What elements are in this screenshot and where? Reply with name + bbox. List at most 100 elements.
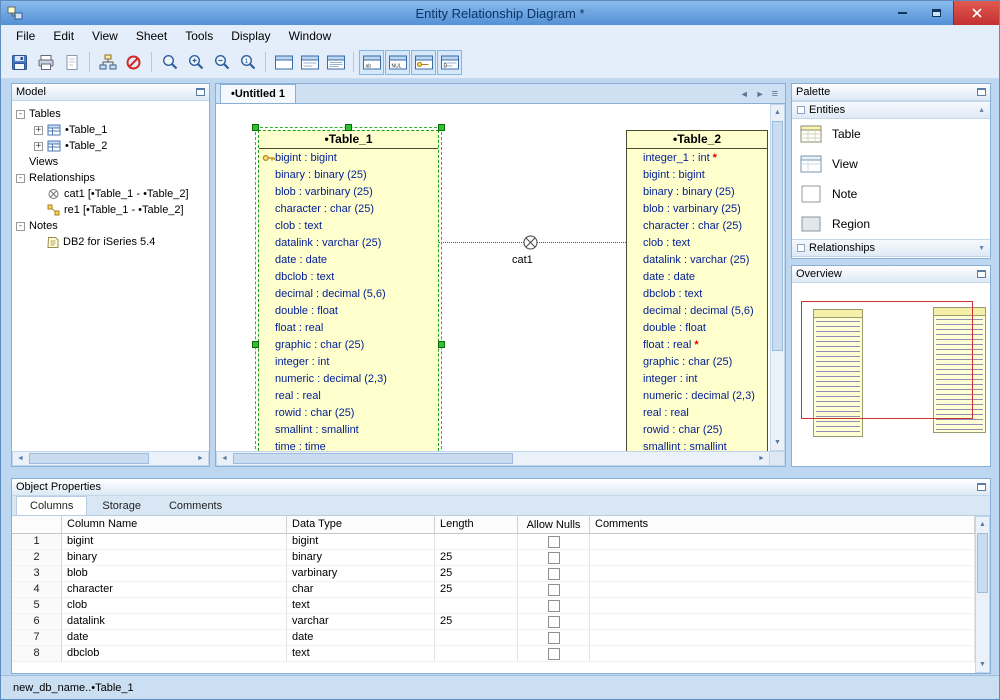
- comments-cell[interactable]: [590, 646, 975, 662]
- allow-nulls-checkbox[interactable]: [548, 552, 560, 564]
- scroll-up-icon[interactable]: ▲: [976, 517, 989, 532]
- entity-field[interactable]: binary : binary (25): [627, 183, 767, 200]
- scroll-thumb[interactable]: [977, 533, 988, 593]
- model-hierarchy-icon[interactable]: [95, 50, 120, 75]
- show-null-icon[interactable]: NUL: [385, 50, 410, 75]
- grid-vscrollbar[interactable]: ▲ ▼: [975, 516, 990, 673]
- comments-cell[interactable]: [590, 550, 975, 566]
- overview-viewport[interactable]: [801, 301, 973, 419]
- display-attributes-icon[interactable]: [323, 50, 348, 75]
- entity-table-2[interactable]: •Table_2integer_1 : int*bigint : bigintb…: [626, 130, 768, 451]
- entity-field[interactable]: dbclob : text: [627, 285, 767, 302]
- column-name-cell[interactable]: datalink: [62, 614, 287, 630]
- comments-cell[interactable]: [590, 614, 975, 630]
- menu-item-tools[interactable]: Tools: [176, 26, 222, 46]
- tree-item[interactable]: cat1 [•Table_1 - •Table_2]: [14, 186, 207, 202]
- tab-list-icon[interactable]: ≡: [770, 88, 780, 100]
- undock-icon[interactable]: [977, 483, 986, 491]
- scroll-track[interactable]: [771, 120, 784, 435]
- entity-field[interactable]: double : float: [259, 302, 438, 319]
- data-type-cell[interactable]: text: [287, 598, 435, 614]
- undock-icon[interactable]: [977, 88, 986, 96]
- new-page-icon[interactable]: [59, 50, 84, 75]
- column-name-cell[interactable]: dbclob: [62, 646, 287, 662]
- model-hscrollbar[interactable]: ◄ ►: [12, 451, 209, 466]
- entity-field[interactable]: graphic : char (25): [627, 353, 767, 370]
- entity-field[interactable]: graphic : char (25): [259, 336, 438, 353]
- entity-field[interactable]: double : float: [627, 319, 767, 336]
- comments-cell[interactable]: [590, 566, 975, 582]
- tab-untitled-1[interactable]: •Untitled 1: [220, 84, 296, 103]
- scroll-track[interactable]: [232, 452, 754, 465]
- data-type-cell[interactable]: text: [287, 646, 435, 662]
- display-keys-icon[interactable]: [297, 50, 322, 75]
- column-name-cell[interactable]: binary: [62, 550, 287, 566]
- zoom-100-icon[interactable]: 1: [235, 50, 260, 75]
- entity-field[interactable]: blob : varbinary (25): [259, 183, 438, 200]
- maximize-button[interactable]: [919, 1, 953, 25]
- scroll-track[interactable]: [976, 532, 989, 657]
- undock-icon[interactable]: [977, 270, 986, 278]
- allow-nulls-checkbox[interactable]: [548, 568, 560, 580]
- entity-field[interactable]: bigint : bigint: [627, 166, 767, 183]
- length-cell[interactable]: 25: [435, 550, 518, 566]
- length-cell[interactable]: 25: [435, 566, 518, 582]
- length-cell[interactable]: 25: [435, 582, 518, 598]
- entity-table-1[interactable]: •Table_1bigint : bigintbinary : binary (…: [258, 130, 439, 451]
- scroll-right-icon[interactable]: ►: [193, 452, 208, 465]
- props-tab-storage[interactable]: Storage: [89, 498, 154, 515]
- entity-field[interactable]: clob : text: [627, 234, 767, 251]
- length-cell[interactable]: [435, 534, 518, 550]
- entity-field[interactable]: numeric : decimal (2,3): [627, 387, 767, 404]
- show-domains-icon[interactable]: D: [437, 50, 462, 75]
- selection-handle[interactable]: [438, 341, 445, 348]
- show-types-icon[interactable]: ab: [359, 50, 384, 75]
- print-icon[interactable]: [33, 50, 58, 75]
- display-entity-icon[interactable]: [271, 50, 296, 75]
- palette-item-table[interactable]: Table: [792, 119, 990, 149]
- tree-item[interactable]: -Notes: [14, 218, 207, 234]
- selection-handle[interactable]: [252, 124, 259, 131]
- menu-item-file[interactable]: File: [7, 26, 44, 46]
- close-button[interactable]: [953, 1, 999, 25]
- allow-nulls-checkbox[interactable]: [548, 536, 560, 548]
- forbid-icon[interactable]: [121, 50, 146, 75]
- length-cell[interactable]: [435, 598, 518, 614]
- entity-field[interactable]: smallint : smallint: [627, 438, 767, 451]
- entity-field[interactable]: rowid : char (25): [627, 421, 767, 438]
- column-name-cell[interactable]: blob: [62, 566, 287, 582]
- menu-item-edit[interactable]: Edit: [44, 26, 83, 46]
- scroll-left-icon[interactable]: ◄: [217, 452, 232, 465]
- entity-field[interactable]: rowid : char (25): [259, 404, 438, 421]
- palette-section-entities[interactable]: Entities ▲: [792, 101, 990, 119]
- overview-minimap[interactable]: [792, 283, 990, 466]
- category-symbol-icon[interactable]: [522, 234, 539, 254]
- scroll-down-icon[interactable]: ▼: [771, 435, 784, 450]
- zoom-in-icon[interactable]: [183, 50, 208, 75]
- zoom-icon[interactable]: [157, 50, 182, 75]
- entity-field[interactable]: real : real: [627, 404, 767, 421]
- tree-item[interactable]: re1 [•Table_1 - •Table_2]: [14, 202, 207, 218]
- data-type-cell[interactable]: char: [287, 582, 435, 598]
- comments-cell[interactable]: [590, 598, 975, 614]
- scroll-left-icon[interactable]: ◄: [13, 452, 28, 465]
- entity-field[interactable]: decimal : decimal (5,6): [259, 285, 438, 302]
- scroll-thumb[interactable]: [233, 453, 513, 464]
- selection-handle[interactable]: [252, 341, 259, 348]
- tree-item[interactable]: +•Table_2: [14, 138, 207, 154]
- comments-cell[interactable]: [590, 582, 975, 598]
- length-cell[interactable]: [435, 646, 518, 662]
- menu-item-sheet[interactable]: Sheet: [127, 26, 176, 46]
- entity-field[interactable]: real : real: [259, 387, 438, 404]
- entity-field[interactable]: integer : int: [259, 353, 438, 370]
- scroll-up-icon[interactable]: ▲: [771, 105, 784, 120]
- tree-expander[interactable]: +: [34, 142, 43, 151]
- tree-expander[interactable]: -: [16, 222, 25, 231]
- column-name-cell[interactable]: character: [62, 582, 287, 598]
- props-tab-columns[interactable]: Columns: [16, 496, 87, 515]
- scroll-thumb[interactable]: [772, 121, 783, 351]
- title-bar[interactable]: Entity Relationship Diagram *: [1, 1, 999, 25]
- palette-item-note[interactable]: Note: [792, 179, 990, 209]
- palette-section-relationships[interactable]: Relationships ▼: [792, 239, 990, 257]
- allow-nulls-checkbox[interactable]: [548, 632, 560, 644]
